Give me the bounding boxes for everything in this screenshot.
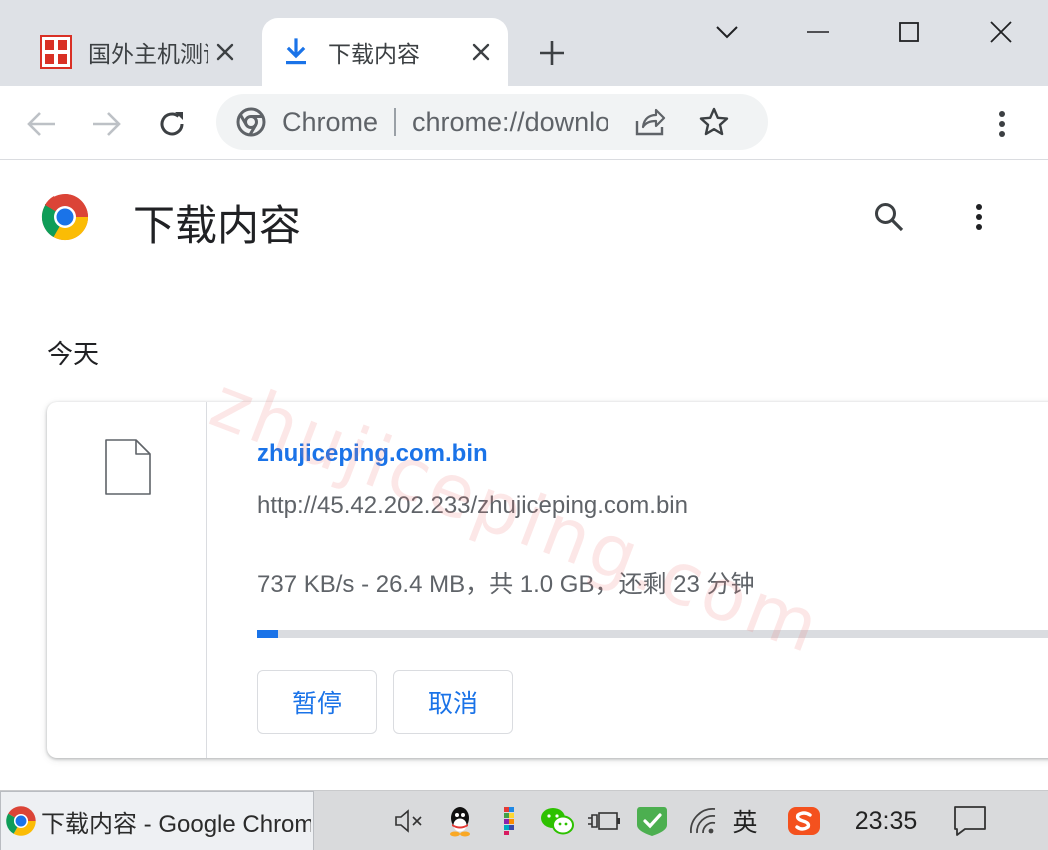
file-name-link[interactable]: zhujiceping.com.bin xyxy=(257,440,488,468)
chrome-icon xyxy=(234,105,268,139)
forward-button[interactable] xyxy=(84,102,128,146)
arrow-right-icon xyxy=(93,112,121,136)
maximize-icon xyxy=(899,22,919,42)
close-icon[interactable] xyxy=(464,35,498,69)
search-icon xyxy=(875,203,904,232)
maximize-button[interactable] xyxy=(884,10,934,54)
taskbar-clock[interactable]: 23:35 xyxy=(846,803,926,839)
source-url[interactable]: http://45.42.202.233/zhujiceping.com.bin xyxy=(257,492,688,520)
chrome-logo-icon xyxy=(40,192,90,242)
chrome-menu-button[interactable] xyxy=(980,102,1024,146)
reload-button[interactable] xyxy=(150,102,194,146)
pause-button[interactable]: 暂停 xyxy=(257,670,377,734)
battery-charging-icon[interactable] xyxy=(586,803,622,839)
omnibox-chip: Chrome xyxy=(282,106,379,137)
tab-zhujiceping[interactable]: 国外主机测评 xyxy=(22,18,258,86)
tab-title: 下载内容 xyxy=(328,41,420,67)
ime-indicator[interactable]: 英 xyxy=(724,803,766,839)
plus-icon xyxy=(540,41,564,65)
chevron-down-icon xyxy=(716,26,738,39)
more-vert-icon xyxy=(999,111,1005,137)
share-icon xyxy=(635,108,666,136)
omnibox-url[interactable]: chrome://downloads xyxy=(412,107,608,138)
sogou-input-icon[interactable] xyxy=(784,803,824,839)
taskbar: 下载内容 - Google Chrome 英 23:35 xyxy=(0,790,1048,850)
close-icon[interactable] xyxy=(208,35,242,69)
progress-fill xyxy=(257,630,278,638)
close-icon xyxy=(990,21,1012,43)
downloads-menu-button[interactable] xyxy=(956,194,1002,240)
taskbar-app-chrome[interactable]: 下载内容 - Google Chrome xyxy=(0,791,314,850)
bookmark-button[interactable] xyxy=(694,102,734,142)
minimize-icon xyxy=(807,31,829,33)
star-icon xyxy=(699,107,729,136)
back-button[interactable] xyxy=(20,102,64,146)
download-progress-bar xyxy=(257,630,1048,638)
cancel-button[interactable]: 取消 xyxy=(393,670,513,734)
search-downloads-button[interactable] xyxy=(866,194,912,240)
tab-search-button[interactable] xyxy=(702,10,752,54)
date-section-header: 今天 xyxy=(47,339,100,369)
share-button[interactable] xyxy=(630,102,670,142)
color-grid-app-icon[interactable] xyxy=(494,803,524,839)
window-close-button[interactable] xyxy=(976,10,1026,54)
taskbar-app-title: 下载内容 - Google Chrome xyxy=(41,810,311,838)
chrome-icon xyxy=(6,806,36,836)
minimize-button[interactable] xyxy=(793,10,843,54)
download-item-card: zhujiceping.com.bin http://45.42.202.233… xyxy=(47,402,1048,758)
new-tab-button[interactable] xyxy=(530,34,574,72)
seal-favicon-icon xyxy=(38,34,74,70)
download-icon xyxy=(278,34,314,70)
wechat-icon[interactable] xyxy=(538,803,576,839)
tab-strip: 国外主机测评 下载内容 xyxy=(0,0,1048,86)
volume-muted-icon[interactable] xyxy=(394,803,426,839)
security-shield-icon[interactable] xyxy=(634,803,670,839)
tab-title: 国外主机测评 xyxy=(88,41,208,67)
tab-downloads[interactable]: 下载内容 xyxy=(262,18,508,86)
downloads-header: 下载内容 xyxy=(0,160,1048,274)
wifi-icon[interactable] xyxy=(686,803,720,839)
more-vert-icon xyxy=(976,204,982,230)
omnibox[interactable]: Chrome chrome://downloads xyxy=(216,94,768,150)
file-icon xyxy=(104,438,152,496)
page-title: 下载内容 xyxy=(133,202,302,249)
toolbar: Chrome chrome://downloads xyxy=(0,86,1048,160)
arrow-left-icon xyxy=(27,112,55,136)
download-status: 737 KB/s - 26.4 MB，共 1.0 GB，还剩 23 分钟 xyxy=(257,571,755,598)
omnibox-separator xyxy=(394,108,397,136)
file-icon-column xyxy=(47,402,207,758)
qq-icon[interactable] xyxy=(444,803,476,839)
action-center-icon[interactable] xyxy=(950,803,990,839)
reload-icon xyxy=(160,112,184,136)
